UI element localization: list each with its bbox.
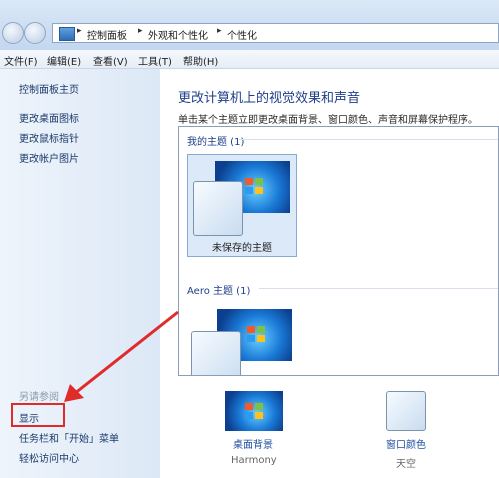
control-panel-icon — [59, 27, 75, 41]
see-also-heading: 另请参阅 — [19, 392, 59, 403]
theme-list: 我的主题 (1) 未保存的主题 Aero 主题 (1) — [178, 126, 499, 376]
menu-bar: 文件(F) 编辑(E) 查看(V) 工具(T) 帮助(H) — [0, 50, 499, 69]
theme-window-color-thumbnail — [193, 181, 243, 236]
menu-view[interactable]: 查看(V) — [93, 53, 128, 68]
windows-logo-icon — [245, 178, 265, 196]
window-color-thumbnail[interactable] — [386, 391, 426, 431]
theme-unsaved[interactable]: 未保存的主题 — [187, 154, 297, 257]
menu-tools[interactable]: 工具(T) — [138, 53, 172, 68]
page-subtitle: 单击某个主题立即更改桌面背景、窗口颜色、声音和屏幕保护程序。 — [178, 115, 478, 126]
windows-logo-icon — [245, 403, 265, 421]
sidebar-item-account-picture[interactable]: 更改帐户图片 — [19, 150, 79, 165]
forward-button[interactable] — [24, 22, 46, 44]
breadcrumb-separator: ▸ — [138, 26, 143, 36]
my-themes-header: 我的主题 (1) — [187, 137, 245, 148]
sidebar-item-mouse-pointers[interactable]: 更改鼠标指针 — [19, 130, 79, 145]
sidebar-item-control-panel-home[interactable]: 控制面板主页 — [19, 81, 79, 96]
group-divider — [239, 139, 498, 140]
sidebar-item-taskbar-start-menu[interactable]: 任务栏和「开始」菜单 — [19, 430, 119, 445]
menu-file[interactable]: 文件(F) — [4, 53, 38, 68]
window-color-link[interactable]: 窗口颜色 — [386, 436, 426, 451]
group-divider — [259, 288, 498, 289]
title-bar: ▸ 控制面板 ▸ 外观和个性化 ▸ 个性化 — [0, 0, 499, 50]
back-button[interactable] — [2, 22, 24, 44]
annotation-highlight-box — [11, 403, 65, 427]
window-color-value: 天空 — [396, 459, 416, 470]
windows-logo-icon — [247, 326, 267, 344]
menu-help[interactable]: 帮助(H) — [183, 53, 218, 68]
address-bar[interactable]: ▸ 控制面板 ▸ 外观和个性化 ▸ 个性化 — [52, 23, 499, 43]
breadcrumb-appearance[interactable]: 外观和个性化 — [148, 27, 208, 42]
breadcrumb-separator: ▸ — [77, 26, 82, 36]
aero-themes-header: Aero 主题 (1) — [187, 286, 251, 297]
sidebar-item-ease-of-access[interactable]: 轻松访问中心 — [19, 450, 79, 465]
theme-label: 未保存的主题 — [212, 243, 272, 254]
desktop-background-link[interactable]: 桌面背景 — [233, 436, 273, 451]
breadcrumb-control-panel[interactable]: 控制面板 — [87, 27, 127, 42]
breadcrumb-separator: ▸ — [217, 26, 222, 36]
aero-theme-window-thumbnail[interactable] — [191, 331, 241, 375]
desktop-background-value: Harmony — [231, 455, 277, 466]
sidebar-item-desktop-icons[interactable]: 更改桌面图标 — [19, 110, 79, 125]
menu-edit[interactable]: 编辑(E) — [47, 53, 81, 68]
breadcrumb-personalization[interactable]: 个性化 — [227, 27, 257, 42]
page-title: 更改计算机上的视觉效果和声音 — [178, 91, 361, 106]
desktop-background-thumbnail[interactable] — [225, 391, 283, 431]
